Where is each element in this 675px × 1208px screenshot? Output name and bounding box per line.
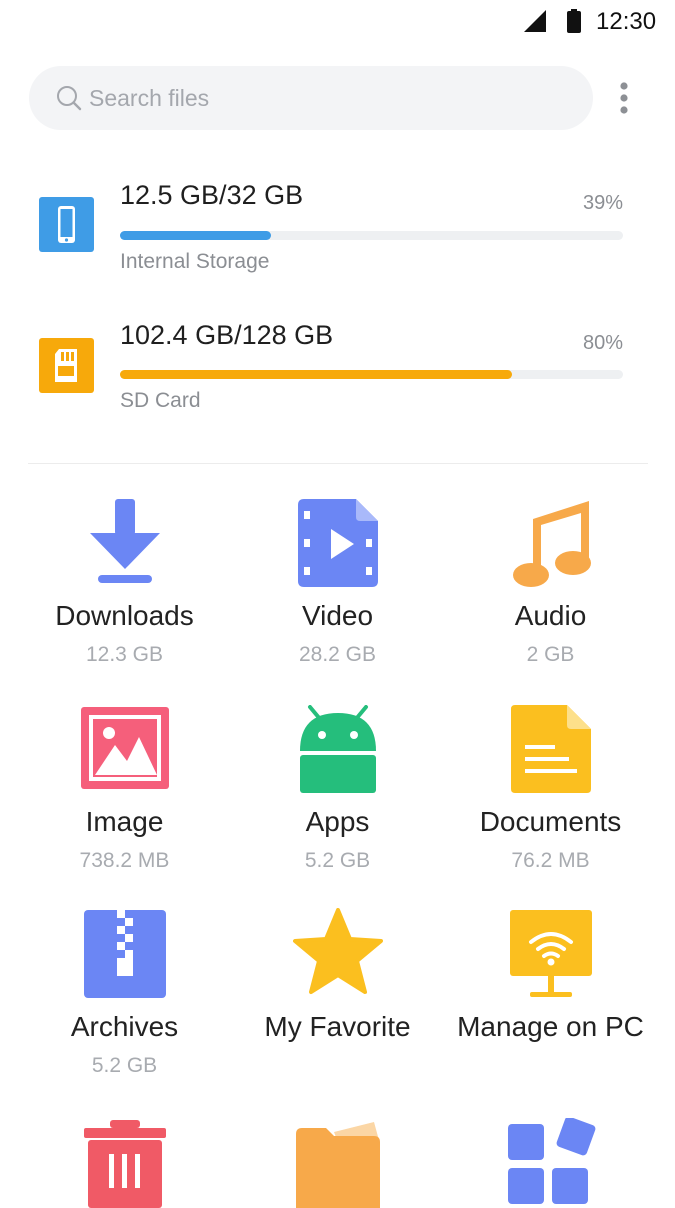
signal-icon	[524, 10, 546, 32]
storage-progress-fill	[120, 370, 513, 379]
status-bar: 12:30	[0, 0, 675, 44]
category-size: 2 GB	[526, 643, 575, 666]
storage-progress-track	[120, 231, 623, 240]
category-size: 738.2 MB	[79, 849, 170, 872]
category-size: 28.2 GB	[298, 643, 377, 666]
download-icon	[89, 499, 160, 583]
app-grid-icon	[507, 1118, 595, 1204]
category-downloads[interactable]: Downloads 12.3 GB	[12, 497, 237, 677]
category-name: Manage on PC	[457, 1011, 644, 1042]
category-size: 76.2 MB	[511, 849, 590, 872]
category-trash[interactable]	[12, 1118, 237, 1208]
image-icon	[80, 707, 169, 789]
category-documents[interactable]: Documents 76.2 MB	[438, 703, 663, 883]
storage-internal[interactable]: 12.5 GB/32 GB 39% Internal Storage	[0, 170, 675, 280]
category-apps[interactable]: Apps 5.2 GB	[225, 703, 450, 883]
more-options-icon[interactable]	[608, 76, 640, 120]
category-name: Image	[85, 806, 164, 837]
category-name: Apps	[305, 806, 370, 837]
sd-card-icon	[39, 338, 94, 393]
trash-icon	[83, 1120, 166, 1208]
category-archives[interactable]: Archives 5.2 GB	[12, 908, 237, 1088]
folder-icon	[295, 1122, 380, 1208]
category-name: Video	[301, 600, 374, 631]
phone-storage-icon	[39, 197, 94, 252]
category-image[interactable]: Image 738.2 MB	[12, 703, 237, 883]
search-icon	[57, 86, 82, 111]
category-folder[interactable]	[225, 1118, 450, 1208]
category-apps-manager[interactable]	[438, 1118, 663, 1204]
document-icon	[510, 705, 591, 793]
category-size: 5.2 GB	[91, 1054, 158, 1077]
storage-sd-card[interactable]: 102.4 GB/128 GB 80% SD Card	[0, 310, 675, 420]
storage-progress-track	[120, 370, 623, 379]
music-note-icon	[512, 501, 591, 587]
storage-size: 12.5 GB/32 GB	[120, 180, 304, 210]
category-name: Downloads	[55, 600, 194, 631]
category-name: My Favorite	[264, 1011, 411, 1042]
storage-percent: 39%	[582, 192, 623, 214]
battery-icon	[567, 9, 581, 33]
category-size: 12.3 GB	[85, 643, 164, 666]
category-manage-on-pc[interactable]: Manage on PC	[438, 908, 663, 1098]
category-my-favorite[interactable]: My Favorite	[225, 908, 450, 1088]
category-audio[interactable]: Audio 2 GB	[438, 497, 663, 677]
storage-percent: 80%	[582, 332, 623, 354]
divider	[28, 463, 648, 464]
video-icon	[297, 499, 378, 587]
wifi-monitor-icon	[509, 910, 592, 997]
storage-label: Internal Storage	[120, 250, 270, 273]
android-icon	[299, 705, 376, 793]
storage-progress-fill	[120, 231, 271, 240]
category-name: Documents	[479, 806, 622, 837]
storage-size: 102.4 GB/128 GB	[120, 320, 334, 350]
search-bar[interactable]	[29, 66, 593, 130]
category-name: Archives	[70, 1011, 179, 1042]
status-time: 12:30	[596, 8, 657, 35]
star-icon	[292, 908, 383, 994]
storage-label: SD Card	[120, 389, 201, 412]
archive-zip-icon	[83, 910, 166, 998]
category-size: 5.2 GB	[304, 849, 371, 872]
category-name: Audio	[514, 600, 587, 631]
search-input[interactable]	[89, 80, 569, 116]
category-video[interactable]: Video 28.2 GB	[225, 497, 450, 677]
